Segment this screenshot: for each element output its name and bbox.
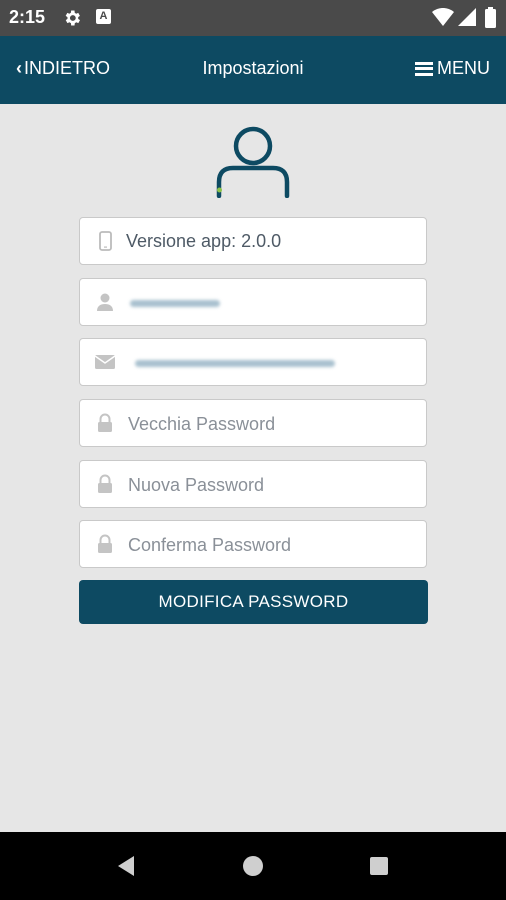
- change-password-button[interactable]: MODIFICA PASSWORD: [79, 580, 428, 624]
- lock-icon: [98, 534, 112, 553]
- envelope-icon: [94, 355, 116, 369]
- a-icon: A: [96, 9, 111, 24]
- lock-icon: [98, 474, 112, 493]
- hamburger-icon: [415, 61, 433, 76]
- signal-icon: [458, 8, 476, 26]
- confirm-password-field[interactable]: [79, 520, 427, 568]
- new-password-input[interactable]: [126, 469, 410, 501]
- phone-icon: [99, 231, 112, 251]
- email-field[interactable]: [79, 338, 427, 386]
- menu-button[interactable]: MENU: [415, 58, 490, 79]
- user-avatar-icon: [216, 126, 290, 198]
- lock-icon: [98, 413, 112, 432]
- blurred-email: [135, 360, 335, 367]
- nav-home-icon[interactable]: [243, 856, 263, 876]
- nav-recents-icon[interactable]: [370, 857, 388, 875]
- user-icon: [97, 293, 113, 311]
- status-time: 2:15: [9, 7, 46, 27]
- app-header: ‹ INDIETRO Impostazioni MENU: [0, 36, 506, 104]
- app-version-text: Versione app: 2.0.0: [126, 231, 282, 251]
- app-version-field: Versione app: 2.0.0: [79, 217, 427, 265]
- confirm-password-input[interactable]: [126, 529, 410, 561]
- old-password-input[interactable]: [126, 408, 410, 440]
- username-field[interactable]: [79, 278, 427, 326]
- battery-icon: [485, 7, 496, 28]
- nav-back-icon[interactable]: [114, 854, 136, 878]
- status-bar: 2:15 A: [0, 0, 506, 36]
- blurred-username: [130, 300, 220, 307]
- new-password-field[interactable]: [79, 460, 427, 508]
- menu-label: MENU: [437, 58, 490, 78]
- wifi-icon: [432, 8, 454, 26]
- old-password-field[interactable]: [79, 399, 427, 447]
- gear-icon: [65, 10, 80, 26]
- system-nav-bar: [0, 832, 506, 900]
